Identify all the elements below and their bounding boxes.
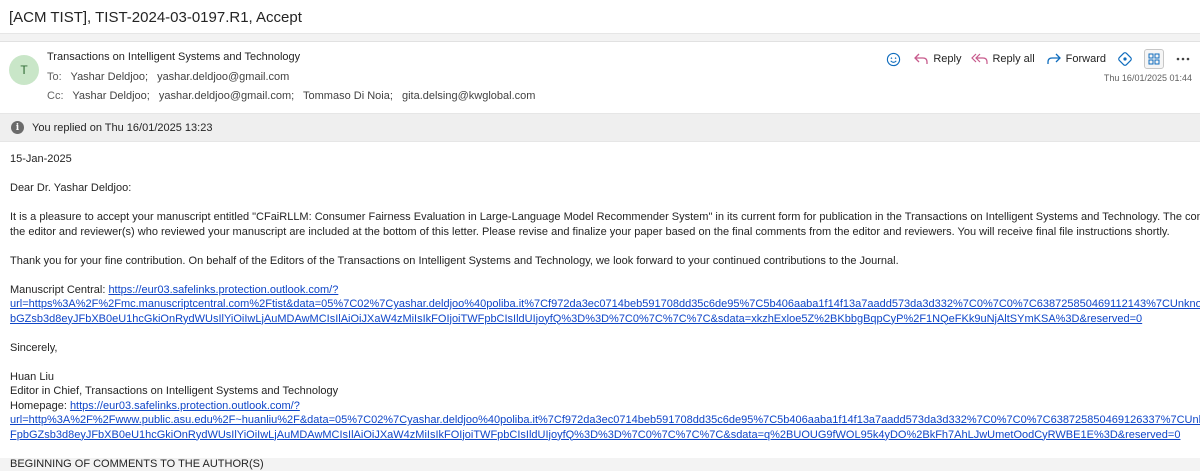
replied-info-text: You replied on Thu 16/01/2025 13:23 xyxy=(32,122,212,134)
signature-title: Editor in Chief, Transactions on Intelli… xyxy=(10,384,1200,399)
manuscript-central-link-cont-2[interactable]: bGZsb3d8eyJFbXB0eU1hcGkiOnRydWUsIlYiOiIw… xyxy=(10,313,1142,325)
to-recipient-name[interactable]: Yashar Deldjoo; xyxy=(71,71,148,83)
forward-button[interactable]: Forward xyxy=(1045,50,1106,68)
forward-label: Forward xyxy=(1066,53,1106,65)
paragraph-1-line-2: the editor and reviewer(s) who reviewed … xyxy=(10,225,1200,240)
info-icon: i xyxy=(11,121,24,134)
manuscript-central-line: Manuscript Central: https://eur03.safeli… xyxy=(10,283,1200,298)
loop-component-icon[interactable] xyxy=(1116,50,1134,68)
to-recipient-email[interactable]: yashar.deldjoo@gmail.com xyxy=(157,71,289,83)
forward-icon xyxy=(1045,50,1063,68)
manuscript-central-link-cont-1[interactable]: url=https%3A%2F%2Fmc.manuscriptcentral.c… xyxy=(10,298,1200,310)
reply-button[interactable]: Reply xyxy=(912,50,961,68)
message-datetime: Thu 16/01/2025 01:44 xyxy=(1104,73,1192,83)
homepage-link-cont-1[interactable]: url=http%3A%2F%2Fwww.public.asu.edu%2F~h… xyxy=(10,414,1200,426)
to-line: To: Yashar Deldjoo; yashar.deldjoo@gmail… xyxy=(47,71,295,83)
cc-line: Cc: Yashar Deldjoo; yashar.deldjoo@gmail… xyxy=(47,90,541,102)
paragraph-2: Thank you for your fine contribution. On… xyxy=(10,254,1200,269)
reply-all-label: Reply all xyxy=(992,53,1034,65)
manuscript-central-label: Manuscript Central: xyxy=(10,284,105,296)
cc-recipient-3[interactable]: Tommaso Di Noia; xyxy=(303,90,393,102)
message-actions: Reply Reply all Forward xyxy=(884,49,1192,69)
reply-all-button[interactable]: Reply all xyxy=(971,50,1034,68)
greeting: Dear Dr. Yashar Deldjoo: xyxy=(10,181,1200,196)
reply-label: Reply xyxy=(933,53,961,65)
apps-grid-icon[interactable] xyxy=(1144,49,1164,69)
letter-date: 15-Jan-2025 xyxy=(10,152,1200,167)
cc-recipient-2[interactable]: yashar.deldjoo@gmail.com; xyxy=(159,90,294,102)
reply-icon xyxy=(912,50,930,68)
cc-label: Cc: xyxy=(47,90,64,102)
cc-recipient-1[interactable]: Yashar Deldjoo; xyxy=(72,90,149,102)
homepage-line: Homepage: https://eur03.safelinks.protec… xyxy=(10,399,1200,414)
sender-name[interactable]: Transactions on Intelligent Systems and … xyxy=(47,51,300,63)
more-options-icon[interactable] xyxy=(1174,50,1192,68)
homepage-label: Homepage: xyxy=(10,400,67,412)
email-subject: [ACM TIST], TIST-2024-03-0197.R1, Accept xyxy=(0,0,1200,34)
replied-info-bar[interactable]: i You replied on Thu 16/01/2025 13:23 xyxy=(0,113,1200,142)
reply-all-icon xyxy=(971,50,989,68)
message-body: 15-Jan-2025 Dear Dr. Yashar Deldjoo: It … xyxy=(10,152,1200,471)
emoji-react-icon[interactable] xyxy=(884,50,902,68)
cc-recipient-4[interactable]: gita.delsing@kwglobal.com xyxy=(402,90,535,102)
comments-heading: BEGINNING OF COMMENTS TO THE AUTHOR(S) xyxy=(10,457,1200,471)
homepage-link[interactable]: https://eur03.safelinks.protection.outlo… xyxy=(70,400,300,412)
paragraph-1-line-1: It is a pleasure to accept your manuscri… xyxy=(10,210,1200,225)
sender-avatar[interactable]: T xyxy=(9,55,39,85)
closing: Sincerely, xyxy=(10,341,1200,356)
signature-name: Huan Liu xyxy=(10,370,1200,385)
homepage-link-cont-2[interactable]: FpbGZsb3d8eyJFbXB0eU1hcGkiOnRydWUsIlYiOi… xyxy=(10,429,1180,441)
message-card: T Transactions on Intelligent Systems an… xyxy=(0,41,1200,458)
manuscript-central-link[interactable]: https://eur03.safelinks.protection.outlo… xyxy=(108,284,338,296)
to-label: To: xyxy=(47,71,62,83)
